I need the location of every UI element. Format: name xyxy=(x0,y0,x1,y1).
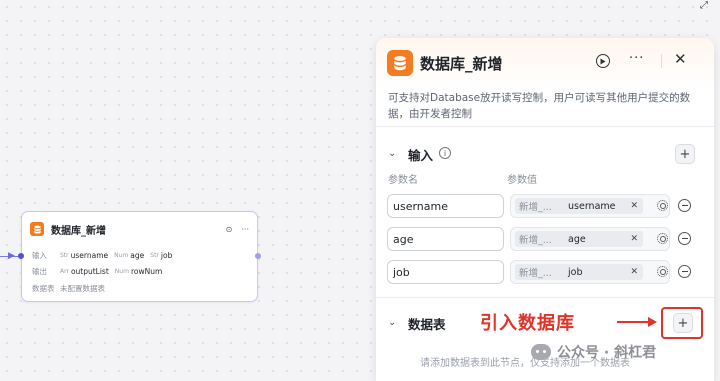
remove-param-button[interactable] xyxy=(678,265,691,278)
header-divider xyxy=(661,54,662,68)
gear-icon[interactable] xyxy=(657,233,668,244)
node-table-row: 数据表 未配置数据表 xyxy=(32,282,105,294)
remove-param-button[interactable] xyxy=(678,232,691,245)
node-config-panel: 数据库_新增 ··· ✕ 可支持对Database放开读写控制，用户可读写其他用… xyxy=(376,38,714,381)
more-icon[interactable]: ··· xyxy=(629,51,644,66)
panel-description: 可支持对Database放开读写控制，用户可读写其他用户提交的数据，由开发者控制 xyxy=(388,92,691,120)
param-name-input[interactable]: job xyxy=(387,260,504,284)
clear-icon[interactable]: ✕ xyxy=(630,234,638,244)
node-input-label: 输入 xyxy=(32,250,47,260)
param-value-header: 参数值 xyxy=(507,175,537,186)
info-icon[interactable]: i xyxy=(439,147,451,159)
add-input-button[interactable]: + xyxy=(675,144,695,164)
variable-tag: 新增_... username ✕ xyxy=(515,198,643,214)
annotation-arrow xyxy=(617,321,651,323)
variable-tag: 新增_... job ✕ xyxy=(515,264,643,280)
chevron-down-icon[interactable]: ⌄ xyxy=(388,317,396,328)
node-run-icon[interactable]: ⊙ xyxy=(226,225,233,234)
node-table-empty: 未配置数据表 xyxy=(60,283,105,293)
section-divider xyxy=(376,297,714,298)
run-icon[interactable] xyxy=(596,54,610,68)
node-input-chip: Num age xyxy=(114,250,145,260)
add-table-button[interactable]: + xyxy=(673,313,693,333)
node-output-chip: Arr outputList xyxy=(60,266,109,276)
param-value-field[interactable]: 新增_... age ✕ xyxy=(510,227,670,251)
node-table-label: 数据表 xyxy=(32,283,55,293)
arrow-right-icon xyxy=(648,317,657,327)
chevron-down-icon[interactable]: ⌄ xyxy=(388,148,396,159)
param-value-field[interactable]: 新增_... job ✕ xyxy=(510,260,670,284)
table-section-title: 数据表 xyxy=(408,317,446,332)
database-insert-node[interactable]: 数据库_新增 ⊙ ··· 输入 Str username Num age Str jo… xyxy=(21,211,258,302)
node-input-chip: Str job xyxy=(150,250,173,260)
node-more-icon[interactable]: ··· xyxy=(241,225,249,234)
watermark-text: 公众号 · 斜杠君 xyxy=(557,345,657,361)
input-section-title: 输入 xyxy=(408,148,434,163)
clear-icon[interactable]: ✕ xyxy=(630,201,638,211)
node-output-port[interactable] xyxy=(255,253,261,259)
node-output-chip: Num rowNum xyxy=(114,266,163,276)
remove-param-button[interactable] xyxy=(678,199,691,212)
node-inputs-row: 输入 Str username Num age Str job xyxy=(32,249,178,261)
clear-icon[interactable]: ✕ xyxy=(630,267,638,277)
database-icon xyxy=(387,50,413,76)
wechat-icon xyxy=(531,344,551,360)
node-input-chip: Str username xyxy=(60,250,109,260)
node-outputs-row: 输出 Arr outputList Num rowNum xyxy=(32,265,168,277)
panel-title: 数据库_新增 xyxy=(420,55,503,73)
param-name-input[interactable]: username xyxy=(387,194,504,218)
database-icon xyxy=(30,222,44,236)
edge-arrow-icon: ▶ xyxy=(8,251,15,261)
close-icon[interactable]: ✕ xyxy=(674,50,687,68)
annotation-label: 引入数据库 xyxy=(480,313,575,334)
param-name-header: 参数名 xyxy=(388,175,418,186)
node-input-port[interactable] xyxy=(18,253,24,259)
param-value-field[interactable]: 新增_... username ✕ xyxy=(510,194,670,218)
section-divider xyxy=(376,126,714,127)
node-title: 数据库_新增 xyxy=(51,225,106,237)
expand-icon[interactable]: ⤢ xyxy=(700,0,708,11)
gear-icon[interactable] xyxy=(657,266,668,277)
node-output-label: 输出 xyxy=(32,266,47,276)
param-name-input[interactable]: age xyxy=(387,227,504,251)
variable-tag: 新增_... age ✕ xyxy=(515,231,643,247)
gear-icon[interactable] xyxy=(657,200,668,211)
watermark: 公众号 · 斜杠君 xyxy=(531,342,656,362)
